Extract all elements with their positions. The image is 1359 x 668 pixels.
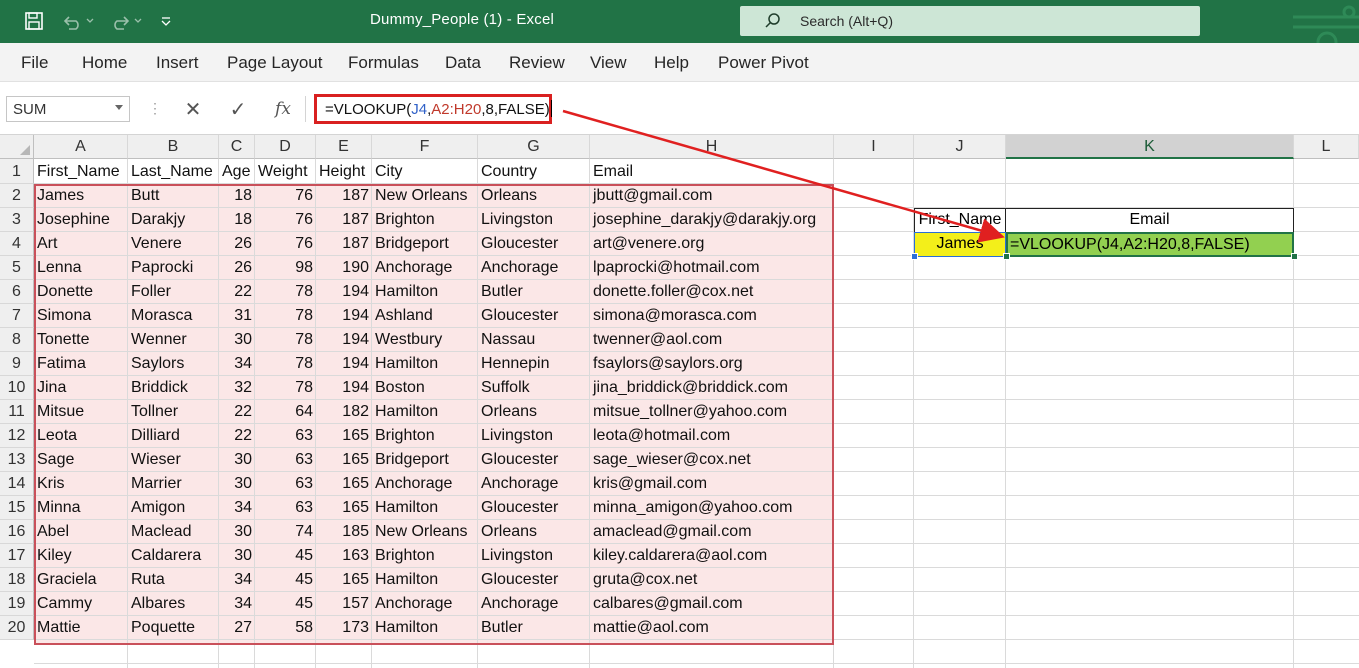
name-box-value: SUM: [13, 101, 47, 118]
enter-icon[interactable]: ✓: [225, 96, 251, 122]
gridline: [34, 663, 1359, 664]
formula-suffix: ,8,FALSE): [481, 101, 550, 118]
formula-text: =VLOOKUP(J4,A2:H20,8,FALSE): [325, 100, 552, 118]
column-header-h[interactable]: H: [590, 135, 834, 159]
column-header-l[interactable]: L: [1294, 135, 1359, 159]
menu-home[interactable]: Home: [82, 53, 127, 73]
menu-page-layout[interactable]: Page Layout: [227, 53, 322, 73]
lookup-header-email[interactable]: Email: [1005, 208, 1294, 233]
row-header-10[interactable]: 10: [0, 376, 34, 400]
row-header-2[interactable]: 2: [0, 184, 34, 208]
lookup-range-border: [34, 184, 834, 645]
row-header-5[interactable]: 5: [0, 256, 34, 280]
menu-formulas[interactable]: Formulas: [348, 53, 419, 73]
column-header-k[interactable]: K: [1006, 135, 1294, 159]
row-header-11[interactable]: 11: [0, 400, 34, 424]
header-cell[interactable]: Email: [590, 159, 834, 184]
row-header-7[interactable]: 7: [0, 304, 34, 328]
header-cell[interactable]: Height: [316, 159, 372, 184]
formula-prefix: =VLOOKUP(: [325, 101, 412, 118]
column-header-f[interactable]: F: [372, 135, 478, 159]
select-all-button[interactable]: [0, 135, 34, 159]
row-header-15[interactable]: 15: [0, 496, 34, 520]
row-header-3[interactable]: 3: [0, 208, 34, 232]
column-header-j[interactable]: J: [914, 135, 1006, 159]
formula-bar: SUM ⋮ ✕ ✓ fx =VLOOKUP(J4,A2:H20,8,FALSE): [0, 82, 1359, 135]
column-header-c[interactable]: C: [219, 135, 255, 159]
column-header-i[interactable]: I: [834, 135, 914, 159]
menu-file[interactable]: File: [21, 53, 48, 73]
column-header-a[interactable]: A: [34, 135, 128, 159]
fill-handle[interactable]: [1291, 253, 1298, 260]
spreadsheet-grid[interactable]: A B C D E F G H I J K L 1 2 3 4 5 6 7 8 9 10 11 12 13 14 15 16 17 18 1…: [0, 135, 1359, 668]
menu-view[interactable]: View: [590, 53, 627, 73]
chevron-down-icon[interactable]: [115, 105, 123, 110]
lookup-value-cell[interactable]: James: [914, 232, 1006, 257]
name-box[interactable]: SUM: [6, 96, 130, 122]
formula-ref-j4: J4: [411, 101, 428, 118]
active-cell-formula[interactable]: =VLOOKUP(J4,A2:H20,8,FALSE): [1006, 232, 1294, 257]
selection-handle[interactable]: [911, 253, 918, 260]
formula-bar-grip[interactable]: ⋮: [148, 100, 162, 117]
row-header-8[interactable]: 8: [0, 328, 34, 352]
header-cell[interactable]: City: [372, 159, 478, 184]
row-header-1[interactable]: 1: [0, 159, 34, 184]
window-title: Dummy_People (1) - Excel: [370, 11, 555, 28]
undo-icon[interactable]: [58, 10, 98, 32]
formula-highlight[interactable]: =VLOOKUP(J4,A2:H20,8,FALSE): [314, 94, 552, 124]
row-header-20[interactable]: 20: [0, 616, 34, 640]
column-header-g[interactable]: G: [478, 135, 590, 159]
decoration-icon: [1289, 0, 1359, 53]
header-cell[interactable]: Age: [219, 159, 255, 184]
cancel-icon[interactable]: ✕: [180, 96, 206, 122]
search-placeholder: Search (Alt+Q): [800, 13, 893, 29]
text-cursor: [550, 100, 552, 117]
column-header-d[interactable]: D: [255, 135, 316, 159]
row-header-19[interactable]: 19: [0, 592, 34, 616]
lookup-header-first-name[interactable]: First_Name: [914, 208, 1006, 233]
redo-icon[interactable]: [106, 10, 146, 32]
row-header-4[interactable]: 4: [0, 232, 34, 256]
column-header-b[interactable]: B: [128, 135, 219, 159]
selection-handle[interactable]: [1003, 253, 1010, 260]
row-header-12[interactable]: 12: [0, 424, 34, 448]
row-header-16[interactable]: 16: [0, 520, 34, 544]
header-cell[interactable]: Weight: [255, 159, 316, 184]
row-header-6[interactable]: 6: [0, 280, 34, 304]
menu-help[interactable]: Help: [654, 53, 689, 73]
menu-power-pivot[interactable]: Power Pivot: [718, 53, 809, 73]
header-cell[interactable]: Last_Name: [128, 159, 219, 184]
insert-function-icon[interactable]: fx: [270, 96, 296, 122]
row-header-18[interactable]: 18: [0, 568, 34, 592]
title-bar: Dummy_People (1) - Excel Search (Alt+Q): [0, 0, 1359, 53]
header-cell[interactable]: Country: [478, 159, 590, 184]
menu-insert[interactable]: Insert: [156, 53, 199, 73]
menu-data[interactable]: Data: [445, 53, 481, 73]
search-box[interactable]: Search (Alt+Q): [740, 6, 1200, 36]
formula-ref-range: A2:H20: [431, 101, 482, 118]
search-icon: [764, 12, 782, 35]
row-header-14[interactable]: 14: [0, 472, 34, 496]
row-header-13[interactable]: 13: [0, 448, 34, 472]
row-header-17[interactable]: 17: [0, 544, 34, 568]
column-header-e[interactable]: E: [316, 135, 372, 159]
menu-bar: File Home Insert Page Layout Formulas Da…: [0, 43, 1359, 82]
row-header-9[interactable]: 9: [0, 352, 34, 376]
header-cell[interactable]: First_Name: [34, 159, 128, 184]
customize-qat-icon[interactable]: [156, 10, 176, 32]
menu-review[interactable]: Review: [509, 53, 565, 73]
save-icon[interactable]: [22, 10, 46, 32]
